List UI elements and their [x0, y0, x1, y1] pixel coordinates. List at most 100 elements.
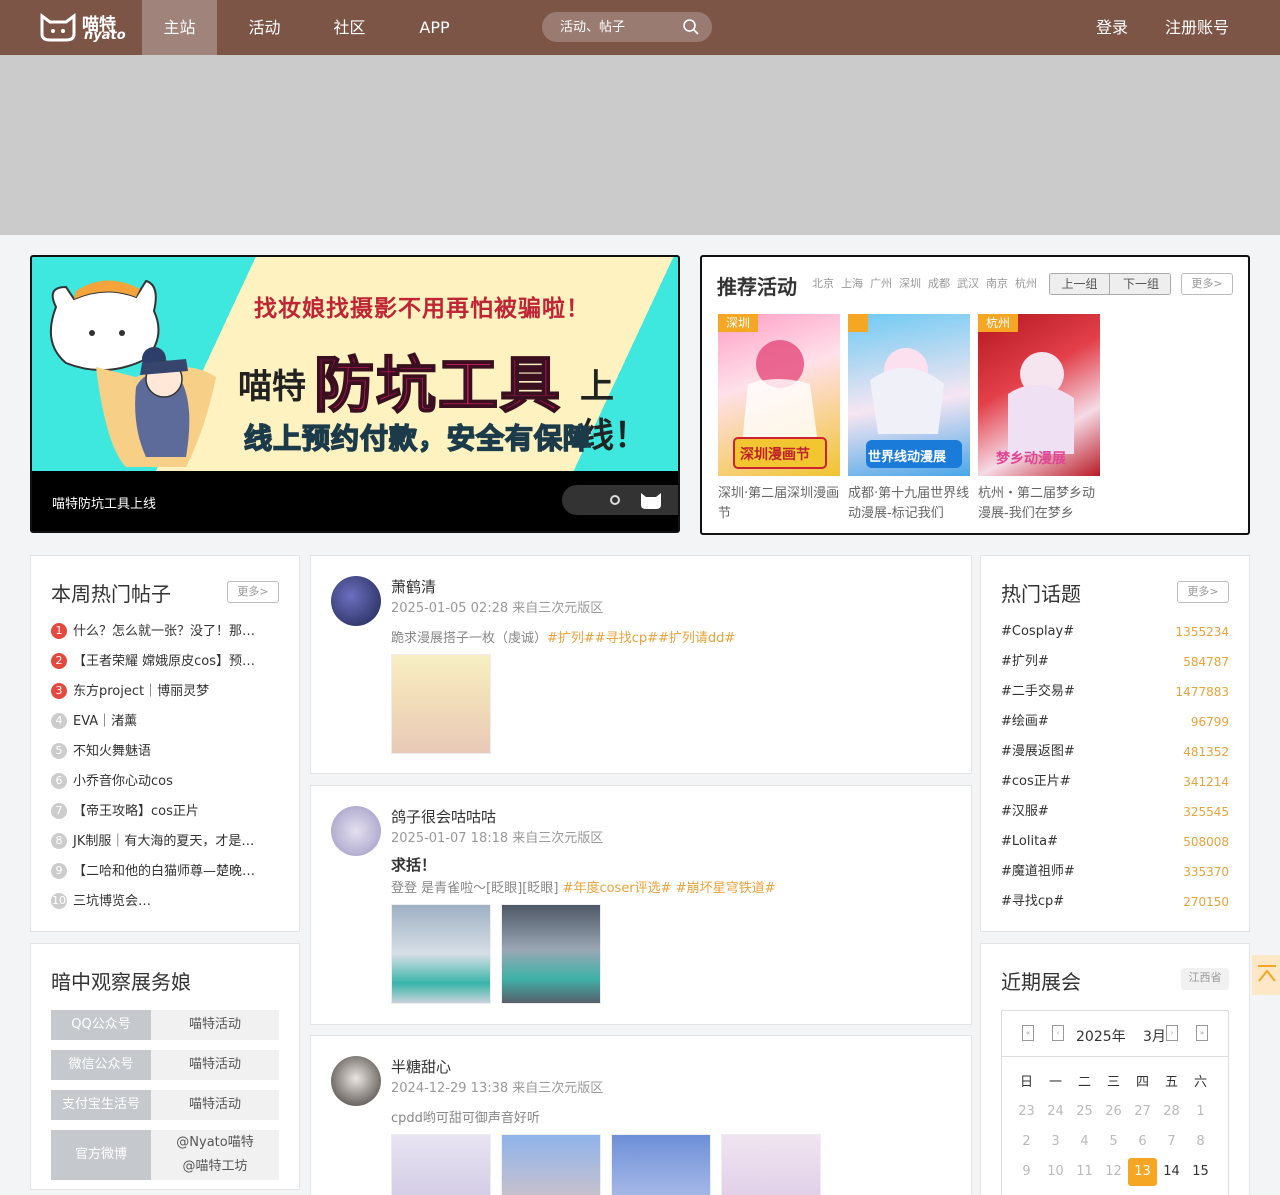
hot-post-item[interactable]: 5 不知火舞魅语	[51, 742, 281, 762]
calendar-day[interactable]: 4	[1070, 1128, 1099, 1156]
prev-month-icon[interactable]: ‹	[1052, 1025, 1064, 1041]
calendar-day[interactable]: 9	[1012, 1158, 1041, 1186]
user-avatar[interactable]	[331, 576, 381, 626]
post-card[interactable]: 萧鹤清 2025-01-05 02:28 来自三次元版区 跪求漫展搭子一枚（虔诚…	[310, 555, 972, 774]
city-filter[interactable]: 武汉	[957, 275, 979, 291]
carousel-dot[interactable]	[610, 495, 620, 505]
calendar-day[interactable]: 12	[1099, 1158, 1128, 1186]
carousel-slide[interactable]: 找妆娘找摄影不用再怕被骗啦！ 喵特 防坑工具 上线！ 线上预约付款，安全有保障	[32, 257, 678, 471]
post-tags[interactable]: #扩列##寻找cp##扩列请dd#	[547, 631, 735, 646]
next-group-button[interactable]: 下一组	[1111, 274, 1171, 294]
hot-post-item[interactable]: 7 【帝王攻略】cos正片	[51, 802, 281, 822]
calendar-day[interactable]: 11	[1070, 1158, 1099, 1186]
post-username[interactable]: 鸽子很会咕咕咕	[391, 806, 496, 827]
calendar-day-today[interactable]: 13	[1128, 1158, 1157, 1186]
event-name[interactable]: 深圳·第二届深圳漫画节	[718, 484, 840, 524]
hot-post-item[interactable]: 3 东方project｜博丽灵梦	[51, 682, 281, 702]
ad-banner[interactable]	[0, 55, 1280, 235]
event-poster[interactable]: 世界线动漫展	[848, 314, 970, 476]
nyato-logo[interactable]: 喵特 nyato	[38, 10, 128, 46]
topic-item[interactable]: #绘画# 96799	[1001, 712, 1229, 732]
observe-value[interactable]: 喵特活动	[151, 1090, 279, 1120]
calendar-day[interactable]: 2	[1012, 1128, 1041, 1156]
post-image[interactable]	[501, 1134, 601, 1195]
search-input[interactable]	[560, 17, 680, 37]
nav-app[interactable]: APP	[397, 0, 472, 55]
calendar-day[interactable]: 23	[1012, 1098, 1041, 1126]
hot-posts-more-button[interactable]: 更多>	[227, 581, 279, 603]
calendar-day[interactable]: 28	[1157, 1098, 1186, 1126]
province-selector[interactable]: 江西省	[1181, 968, 1229, 990]
calendar-day[interactable]: 27	[1128, 1098, 1157, 1126]
city-filter[interactable]: 南京	[986, 275, 1008, 291]
hot-post-item[interactable]: 9 【二哈和他的白猫师尊—楚晚…	[51, 862, 281, 882]
calendar-day[interactable]: 5	[1099, 1128, 1128, 1156]
hot-post-item[interactable]: 8 JK制服｜有大海的夏天，才是…	[51, 832, 281, 852]
calendar-day[interactable]: 6	[1128, 1128, 1157, 1156]
recommended-more-button[interactable]: 更多>	[1181, 273, 1233, 295]
search-icon[interactable]	[682, 18, 700, 36]
hot-post-item[interactable]: 4 EVA｜渚薰	[51, 712, 281, 732]
calendar-day[interactable]: 24	[1041, 1098, 1070, 1126]
next-year-icon[interactable]: »	[1196, 1025, 1208, 1041]
register-link[interactable]: 注册账号	[1165, 0, 1229, 55]
post-image[interactable]	[501, 904, 601, 1004]
nav-events[interactable]: 活动	[227, 0, 302, 55]
prev-year-icon[interactable]: «	[1022, 1025, 1034, 1041]
calendar-day[interactable]: 15	[1186, 1158, 1215, 1186]
prev-group-button[interactable]: 上一组	[1050, 274, 1110, 294]
topic-item[interactable]: #汉服# 325545	[1001, 802, 1229, 822]
nav-main[interactable]: 主站	[142, 0, 217, 55]
cat-dot-icon[interactable]	[638, 489, 664, 511]
calendar-day[interactable]: 8	[1186, 1128, 1215, 1156]
hot-topics-more-button[interactable]: 更多>	[1177, 581, 1229, 603]
post-card[interactable]: 半糖甜心 2024-12-29 13:38 来自三次元版区 cpdd哟可甜可御声…	[310, 1035, 972, 1195]
city-filter[interactable]: 杭州	[1015, 275, 1037, 291]
event-poster[interactable]: 深圳漫画节 深圳	[718, 314, 840, 476]
city-filter[interactable]: 深圳	[899, 275, 921, 291]
event-poster[interactable]: 梦乡动漫展 杭州	[978, 314, 1100, 476]
topic-item[interactable]: #魔道祖师# 335370	[1001, 862, 1229, 882]
calendar-day[interactable]: 25	[1070, 1098, 1099, 1126]
post-image[interactable]	[391, 904, 491, 1004]
post-username[interactable]: 半糖甜心	[391, 1056, 451, 1077]
topic-item[interactable]: #cos正片# 341214	[1001, 772, 1229, 792]
post-tags[interactable]: #年度coser评选# #崩坏星穹铁道#	[563, 881, 776, 896]
calendar-day[interactable]: 14	[1157, 1158, 1186, 1186]
city-filter[interactable]: 广州	[870, 275, 892, 291]
city-filter[interactable]: 成都	[928, 275, 950, 291]
hot-post-item[interactable]: 1 什么？怎么就一张？没了！那…	[51, 622, 281, 642]
post-username[interactable]: 萧鹤清	[391, 576, 436, 597]
observe-value[interactable]: 喵特活动	[151, 1050, 279, 1080]
post-image[interactable]	[391, 654, 491, 754]
login-link[interactable]: 登录	[1096, 0, 1128, 55]
event-name[interactable]: 杭州・第二届梦乡动漫展-我们在梦乡	[978, 484, 1100, 524]
event-name[interactable]: 成都·第十九届世界线动漫展-标记我们	[848, 484, 970, 524]
calendar-day[interactable]: 7	[1157, 1128, 1186, 1156]
user-avatar[interactable]	[331, 1056, 381, 1106]
nav-community[interactable]: 社区	[312, 0, 387, 55]
main-carousel[interactable]: 找妆娘找摄影不用再怕被骗啦！ 喵特 防坑工具 上线！ 线上预约付款，安全有保障 …	[30, 255, 680, 533]
hot-post-item[interactable]: 10 三坑博览会…	[51, 892, 281, 912]
topic-item[interactable]: #Cosplay# 1355234	[1001, 622, 1229, 642]
topic-item[interactable]: #二手交易# 1477883	[1001, 682, 1229, 702]
calendar-day[interactable]: 3	[1041, 1128, 1070, 1156]
post-image[interactable]	[611, 1134, 711, 1195]
topic-item[interactable]: #Lolita# 508008	[1001, 832, 1229, 852]
post-card[interactable]: 鸽子很会咕咕咕 2025-01-07 18:18 来自三次元版区 求括！ 登登 …	[310, 785, 972, 1025]
post-image[interactable]	[391, 1134, 491, 1195]
user-avatar[interactable]	[331, 806, 381, 856]
calendar-day[interactable]: 1	[1186, 1098, 1215, 1126]
back-to-top-button[interactable]	[1252, 955, 1280, 995]
observe-value[interactable]: @Nyato喵特 @喵特工坊	[151, 1130, 279, 1180]
post-image[interactable]	[721, 1134, 821, 1195]
next-month-icon[interactable]: ›	[1166, 1025, 1178, 1041]
topic-item[interactable]: #扩列# 584787	[1001, 652, 1229, 672]
city-filter[interactable]: 上海	[841, 275, 863, 291]
calendar-day[interactable]: 10	[1041, 1158, 1070, 1186]
city-filter[interactable]: 北京	[812, 275, 834, 291]
topic-item[interactable]: #漫展返图# 481352	[1001, 742, 1229, 762]
observe-value[interactable]: 喵特活动	[151, 1010, 279, 1040]
hot-post-item[interactable]: 6 小乔音你心动cos	[51, 772, 281, 792]
topic-item[interactable]: #寻找cp# 270150	[1001, 892, 1229, 912]
